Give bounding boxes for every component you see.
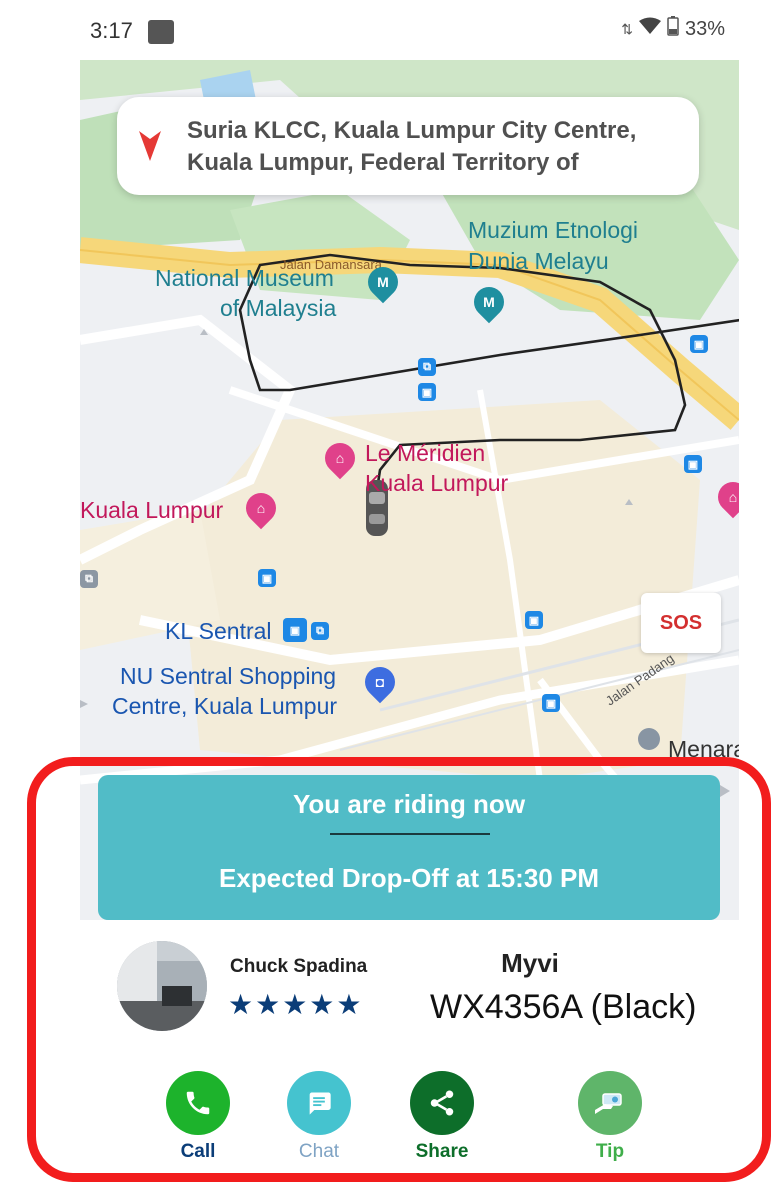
bus-stop-icon[interactable]: ▣ [418, 383, 436, 401]
hotel-pin-icon[interactable]: ⌂ [318, 436, 362, 480]
battery-icon [667, 16, 679, 42]
highlight-annotation [27, 757, 771, 1182]
data-arrows-icon: ⇅ [621, 20, 633, 37]
sos-button[interactable]: SOS [641, 593, 721, 653]
train-station-icon[interactable]: ▣ [283, 618, 307, 642]
notification-square-icon [148, 20, 174, 44]
museum-pin-icon[interactable]: M [467, 280, 511, 324]
map-label-kl-sentral: KL Sentral [165, 618, 272, 644]
destination-address: Suria KLCC, Kuala Lumpur City Centre, Ku… [187, 117, 637, 176]
battery-percent: 33% [684, 17, 725, 40]
place-pin-icon[interactable] [638, 728, 660, 750]
map-label-nu-sentral: NU Sentral Shopping [120, 663, 337, 689]
map-label-muzium: Muzium Etnologi [468, 217, 639, 243]
map-label-nu-sentral-2: Centre, Kuala Lumpur [112, 693, 338, 719]
map-label-muzium-2: Dunia Melayu [468, 248, 609, 274]
map-label-kuala-lumpur: Kuala Lumpur [80, 497, 224, 523]
bus-stop-icon[interactable]: ▣ [542, 694, 560, 712]
museum-pin-icon[interactable]: M [361, 260, 405, 304]
map-label-jalan-damansara: Jalan Damansara [280, 257, 382, 272]
map-label-le-meridien: Le Méridien [365, 440, 486, 466]
destination-card[interactable]: Suria KLCC, Kuala Lumpur City Centre, Ku… [117, 97, 699, 195]
status-time: 3:17 [90, 18, 133, 43]
bus-stop-icon[interactable]: ▣ [258, 569, 276, 587]
map-label-national-museum-2: of Malaysia [220, 295, 337, 321]
status-bar: 3:17 ⇅ 33% [80, 0, 739, 60]
bus-stop-icon[interactable]: ▣ [690, 335, 708, 353]
transit-icon[interactable]: ⧉ [418, 358, 436, 376]
hotel-pin-icon[interactable]: ⌂ [239, 486, 283, 530]
bus-stop-icon[interactable]: ▣ [525, 611, 543, 629]
map-label-le-meridien-2: Kuala Lumpur [365, 470, 509, 496]
bus-stop-icon[interactable]: ▣ [684, 455, 702, 473]
status-indicators: ⇅ 33% [621, 16, 725, 42]
transit-icon[interactable]: ⧉ [311, 622, 329, 640]
navigation-arrow-icon [139, 131, 161, 166]
shopping-pin-icon[interactable]: ◘ [358, 660, 402, 704]
wifi-icon [638, 17, 661, 41]
transit-icon[interactable]: ⧉ [80, 570, 98, 588]
